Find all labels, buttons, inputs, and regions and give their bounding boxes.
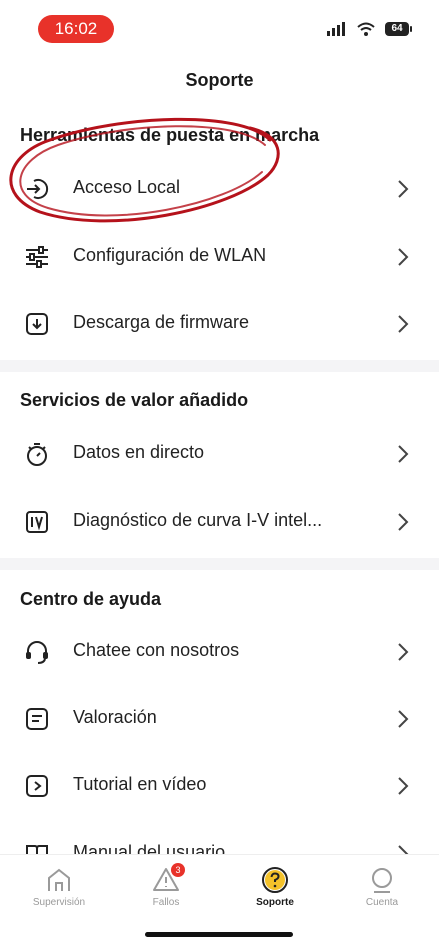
chevron-right-icon [398, 643, 409, 661]
menu-item-label: Acceso Local [73, 177, 181, 197]
bottom-tab-bar: Supervisión 3 Fallos Soporte Cuenta [0, 854, 439, 945]
chevron-right-icon [398, 315, 409, 333]
menu-item-firmware-download[interactable]: Descarga de firmware [0, 290, 439, 358]
chevron-right-icon [398, 777, 409, 795]
chevron-right-icon [398, 248, 409, 266]
menu-item-label: Chatee con nosotros [73, 640, 240, 660]
login-arrow-icon [27, 179, 49, 199]
tab-support[interactable]: Soporte [230, 865, 320, 908]
section-title-help-center: Centro de ayuda [20, 589, 162, 609]
menu-item-label: Valoración [73, 707, 157, 727]
sliders-icon [26, 246, 48, 268]
battery-icon: 64 [385, 22, 412, 36]
tab-label: Fallos [152, 897, 180, 908]
user-icon [372, 868, 392, 893]
tab-account[interactable]: Cuenta [337, 865, 427, 908]
tab-label: Supervisión [32, 897, 86, 908]
status-icons: 64 [327, 22, 412, 36]
menu-item-label: Datos en directo [73, 442, 205, 462]
clock-pill: 16:02 [38, 15, 114, 43]
download-box-icon [26, 313, 48, 335]
section-title-commissioning: Herramientas de puesta en marcha [20, 125, 320, 145]
tab-faults[interactable]: 3 Fallos [121, 863, 211, 908]
tab-label: Soporte [256, 897, 294, 908]
cellular-signal-icon [327, 22, 345, 36]
tab-supervision[interactable]: Supervisión [14, 865, 104, 908]
menu-item-local-access[interactable]: Acceso Local [0, 155, 439, 223]
rating-note-icon [26, 708, 48, 730]
menu-item-rating[interactable]: Valoración [0, 685, 439, 753]
headset-icon [26, 641, 48, 664]
menu-item-label: Descarga de firmware [73, 312, 250, 332]
stopwatch-icon [27, 443, 47, 466]
menu-item-chat[interactable]: Chatee con nosotros [0, 618, 439, 686]
faults-badge: 3 [171, 863, 185, 877]
tab-label: Cuenta [365, 897, 399, 908]
home-indicator [145, 932, 293, 937]
section-divider [0, 558, 439, 570]
chevron-right-icon [398, 180, 409, 198]
menu-item-label: Tutorial en vídeo [73, 774, 207, 794]
section-divider [0, 360, 439, 372]
status-bar: 16:02 64 [0, 0, 439, 56]
wifi-icon [357, 22, 375, 36]
video-play-icon [26, 775, 48, 797]
menu-item-label: Configuración de WLAN [73, 245, 267, 265]
chevron-right-icon [398, 513, 409, 531]
question-icon [262, 867, 288, 893]
menu-item-label: Diagnóstico de curva I-V intel... [73, 510, 323, 530]
page-title: Soporte [185, 70, 254, 90]
chevron-right-icon [398, 445, 409, 463]
menu-item-live-data[interactable]: Datos en directo [0, 420, 439, 488]
home-icon [48, 868, 70, 891]
menu-item-wlan-config[interactable]: Configuración de WLAN [0, 223, 439, 291]
section-title-value-added: Servicios de valor añadido [20, 390, 249, 410]
iv-icon [26, 511, 48, 533]
chevron-right-icon [398, 710, 409, 728]
menu-item-video-tutorial[interactable]: Tutorial en vídeo [0, 752, 439, 820]
menu-item-iv-curve-diagnosis[interactable]: Diagnóstico de curva I-V intel... [0, 488, 439, 556]
